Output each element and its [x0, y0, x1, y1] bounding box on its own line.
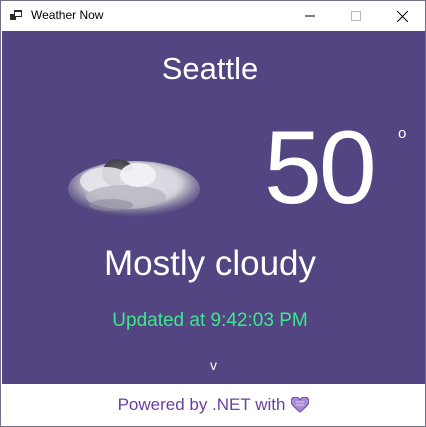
- app-window: Weather Now Seattle 50 o Mostly cloudy U…: [0, 0, 426, 427]
- maximize-icon: [351, 11, 361, 21]
- weather-panel: Seattle 50 o Mostly cloudy Updated at 9:…: [2, 31, 425, 384]
- mostly-cloudy-icon: [68, 159, 200, 217]
- app-window-icon: [10, 10, 22, 20]
- title-bar[interactable]: Weather Now: [1, 1, 425, 31]
- expand-toggle[interactable]: v: [2, 357, 425, 373]
- minimize-button[interactable]: [287, 1, 333, 31]
- weather-condition: Mostly cloudy: [103, 244, 317, 283]
- temperature-value: 50: [264, 110, 377, 226]
- close-button[interactable]: [379, 1, 425, 31]
- close-icon: [396, 10, 408, 22]
- maximize-button[interactable]: [333, 1, 379, 31]
- footer: Powered by .NET with: [2, 384, 425, 426]
- window-title: Weather Now: [31, 8, 104, 22]
- footer-text: Powered by .NET with: [117, 395, 286, 414]
- city-name: Seattle: [161, 51, 259, 86]
- heart-icon: [291, 397, 310, 413]
- updated-timestamp: Updated at 9:42:03 PM: [112, 310, 308, 331]
- minimize-icon: [305, 15, 315, 17]
- degree-symbol: o: [398, 125, 407, 142]
